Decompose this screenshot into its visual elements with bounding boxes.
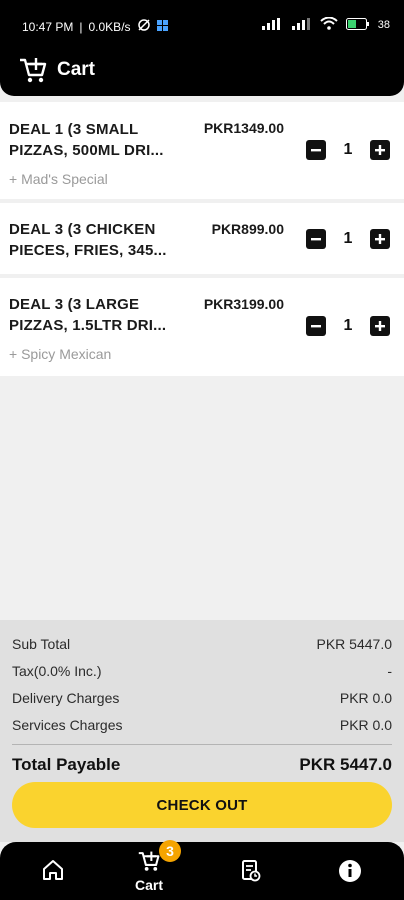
cart-badge: 3 — [159, 840, 181, 862]
plus-icon — [375, 321, 385, 331]
item-price: PKR1349.00 — [203, 120, 284, 136]
page-title: Cart — [57, 59, 96, 80]
item-name: DEAL 1 (3 SMALL PIZZAS, 500ML DRI... — [9, 120, 187, 161]
subtotal-row: Sub Total PKR 5447.0 — [12, 636, 392, 652]
quantity-value: 1 — [343, 230, 353, 247]
nav-cart[interactable]: 3 Cart — [135, 840, 181, 893]
home-icon — [41, 859, 65, 886]
minus-icon — [311, 238, 321, 241]
item-price: PKR899.00 — [211, 221, 284, 237]
tax-label: Tax(0.0% Inc.) — [12, 663, 102, 679]
item-name-line: DEAL 1 (3 SMALL — [9, 121, 139, 138]
item-name: DEAL 3 (3 CHICKEN PIECES, FRIES, 345... — [9, 220, 187, 261]
subtotal-label: Sub Total — [12, 636, 71, 652]
item-name-line: PIZZAS, 1.5LTR DRI... — [9, 316, 167, 334]
quantity-stepper: 1 — [306, 140, 390, 160]
summary-divider — [12, 744, 392, 745]
tax-row: Tax(0.0% Inc.) - — [12, 663, 392, 679]
status-time: 10:47 PM — [22, 19, 74, 34]
bottom-nav: 3 Cart — [0, 840, 404, 900]
quantity-value: 1 — [343, 141, 353, 158]
info-icon — [338, 859, 362, 888]
delivery-row: Delivery Charges PKR 0.0 — [12, 690, 392, 706]
nav-home[interactable] — [41, 859, 65, 886]
signal-2-icon — [291, 17, 312, 33]
cart-item[interactable]: DEAL 1 (3 SMALL PIZZAS, 500ML DRI... PKR… — [0, 102, 404, 199]
increase-button[interactable] — [370, 140, 390, 160]
status-separator: | — [79, 19, 83, 34]
status-right: 38 — [261, 16, 390, 33]
quantity-stepper: 1 — [306, 229, 390, 249]
cart-items-list: DEAL 1 (3 SMALL PIZZAS, 500ML DRI... PKR… — [0, 102, 404, 380]
signal-icon — [261, 17, 284, 33]
delivery-value: PKR 0.0 — [339, 690, 392, 706]
orders-icon — [241, 860, 261, 887]
decrease-button[interactable] — [306, 229, 326, 249]
cart-icon: 3 — [137, 840, 181, 877]
cart-add-icon — [18, 56, 48, 89]
nav-info[interactable] — [338, 859, 362, 888]
app-header: Cart — [0, 50, 404, 96]
tax-value: - — [387, 663, 392, 679]
item-name-line: PIECES, FRIES, 345... — [9, 241, 167, 259]
total-row: Total Payable PKR 5447.0 — [12, 755, 392, 775]
nav-orders[interactable] — [241, 860, 261, 887]
plus-icon — [375, 234, 385, 244]
services-label: Services Charges — [12, 717, 123, 733]
services-value: PKR 0.0 — [339, 717, 392, 733]
nav-cart-label: Cart — [135, 877, 164, 893]
status-speed: 0.0KB/s — [88, 19, 131, 34]
status-bar: 10:47 PM | 0.0KB/s 38 — [0, 0, 404, 50]
battery-level: 38 — [377, 19, 390, 31]
item-addon: + Spicy Mexican — [9, 346, 112, 362]
quantity-stepper: 1 — [306, 316, 390, 336]
decrease-button[interactable] — [306, 140, 326, 160]
quantity-value: 1 — [343, 317, 353, 334]
battery-icon — [345, 17, 370, 33]
cart-item[interactable]: DEAL 3 (3 CHICKEN PIECES, FRIES, 345... … — [0, 203, 404, 274]
checkout-button[interactable]: CHECK OUT — [12, 782, 392, 828]
sync-off-icon — [137, 18, 151, 35]
item-name-line: PIZZAS, 500ML DRI... — [9, 141, 164, 159]
item-name-line: DEAL 3 (3 LARGE — [9, 296, 140, 313]
decrease-button[interactable] — [306, 316, 326, 336]
increase-button[interactable] — [370, 316, 390, 336]
windows-icon — [156, 19, 168, 34]
services-row: Services Charges PKR 0.0 — [12, 717, 392, 733]
cart-item[interactable]: DEAL 3 (3 LARGE PIZZAS, 1.5LTR DRI... PK… — [0, 278, 404, 376]
plus-icon — [375, 145, 385, 155]
minus-icon — [311, 325, 321, 328]
item-name: DEAL 3 (3 LARGE PIZZAS, 1.5LTR DRI... — [9, 295, 187, 336]
item-price: PKR3199.00 — [203, 296, 284, 312]
item-name-line: DEAL 3 (3 CHICKEN — [9, 221, 156, 238]
total-value: PKR 5447.0 — [299, 755, 392, 774]
delivery-label: Delivery Charges — [12, 690, 120, 706]
status-left: 10:47 PM | 0.0KB/s — [22, 18, 168, 35]
total-label: Total Payable — [12, 755, 121, 774]
increase-button[interactable] — [370, 229, 390, 249]
minus-icon — [311, 149, 321, 152]
subtotal-value: PKR 5447.0 — [316, 636, 393, 652]
order-summary: Sub Total PKR 5447.0 Tax(0.0% Inc.) - De… — [0, 620, 404, 842]
item-addon: + Mad's Special — [9, 171, 108, 187]
wifi-icon — [320, 16, 338, 33]
